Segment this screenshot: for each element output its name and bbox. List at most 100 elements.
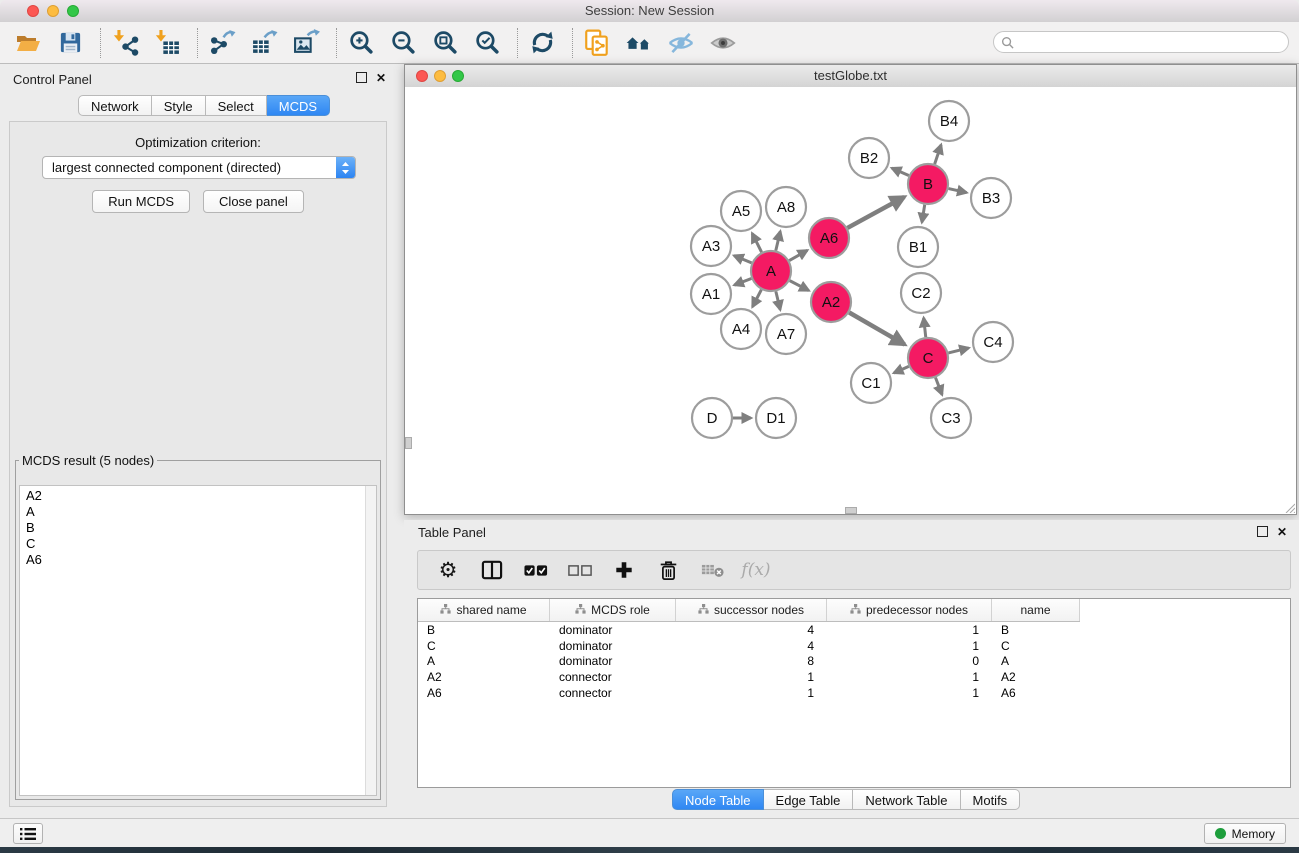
result-item[interactable]: A2: [26, 488, 376, 504]
table-row[interactable]: Bdominator41B: [418, 622, 1290, 638]
result-item[interactable]: C: [26, 536, 376, 552]
export-network-icon[interactable]: [208, 29, 236, 57]
tab-mcds[interactable]: MCDS: [267, 95, 330, 116]
graph-edge-A-A3[interactable]: [734, 256, 752, 263]
vertical-scrollbar-stub[interactable]: [405, 437, 412, 449]
result-item[interactable]: B: [26, 520, 376, 536]
open-session-icon[interactable]: [14, 29, 42, 57]
table-cell: dominator: [550, 639, 676, 653]
control-panel-title: Control Panel: [13, 72, 92, 87]
table-row[interactable]: Cdominator41C: [418, 638, 1290, 654]
table-row[interactable]: A2connector11A2: [418, 669, 1290, 685]
graph-edge-A-A5[interactable]: [752, 233, 761, 252]
table-cell: 1: [827, 623, 992, 637]
graph-edge-A2-C[interactable]: [849, 312, 904, 344]
tab-network[interactable]: Network: [78, 95, 152, 116]
tab-motifs[interactable]: Motifs: [961, 789, 1021, 810]
graph-edge-A6-B[interactable]: [847, 197, 904, 228]
table-cell: 1: [827, 639, 992, 653]
column-header-shared-name[interactable]: shared name: [418, 599, 550, 621]
result-item[interactable]: A6: [26, 552, 376, 568]
tree-icon: [440, 603, 451, 617]
graph-edge-A-A1[interactable]: [734, 279, 751, 286]
graph-node-label: B2: [860, 150, 878, 167]
tab-style[interactable]: Style: [152, 95, 206, 116]
import-network-icon[interactable]: [111, 29, 139, 57]
graph-node-label: C2: [911, 285, 930, 302]
network-snapshot-icon[interactable]: [583, 29, 611, 57]
float-panel-icon[interactable]: [356, 72, 367, 83]
mcds-result-title: MCDS result (5 nodes): [19, 453, 157, 468]
graph-edge-C-C4[interactable]: [948, 348, 968, 353]
column-header-successor-nodes[interactable]: successor nodes: [676, 599, 827, 621]
graph-edge-B-B4[interactable]: [935, 145, 941, 164]
tab-node-table[interactable]: Node Table: [672, 789, 764, 810]
zoom-out-icon[interactable]: [389, 29, 417, 57]
delete-table-icon[interactable]: [700, 558, 724, 582]
horizontal-scrollbar-stub[interactable]: [845, 507, 857, 514]
graph-edge-C-C3[interactable]: [936, 378, 943, 395]
close-panel-icon[interactable]: ✕: [1277, 527, 1287, 537]
graph-edge-B-B1[interactable]: [922, 205, 925, 223]
import-table-icon[interactable]: [153, 29, 181, 57]
run-mcds-button[interactable]: Run MCDS: [92, 190, 190, 213]
result-scrollbar[interactable]: [365, 486, 376, 795]
column-header-name[interactable]: name: [992, 599, 1080, 621]
search-box[interactable]: [993, 31, 1289, 53]
graph-edge-B-B3[interactable]: [948, 189, 966, 193]
resize-grip-icon[interactable]: [1283, 501, 1295, 513]
tree-icon: [575, 603, 586, 617]
delete-icon[interactable]: [656, 558, 680, 582]
zoom-selected-icon[interactable]: [473, 29, 501, 57]
network-canvas[interactable]: AA1A2A3A4A5A6A7A8BB1B2B3B4CC1C2C3C4DD1: [405, 87, 1296, 514]
close-panel-button[interactable]: Close panel: [203, 190, 304, 213]
zoom-fit-icon[interactable]: [431, 29, 459, 57]
task-history-button[interactable]: [13, 823, 43, 844]
graph-edge-A-A6[interactable]: [789, 250, 807, 260]
show-columns-icon[interactable]: [480, 558, 504, 582]
graph-edge-A-A7[interactable]: [776, 291, 780, 309]
graph-edge-A-A4[interactable]: [752, 290, 761, 307]
memory-button[interactable]: Memory: [1204, 823, 1286, 844]
graph-edge-C-C2[interactable]: [924, 318, 926, 337]
table-tabs: Node TableEdge TableNetwork TableMotifs: [672, 789, 1020, 810]
save-session-icon[interactable]: [56, 29, 84, 57]
table-row[interactable]: A6connector11A6: [418, 685, 1290, 701]
window-title: Session: New Session: [0, 0, 1299, 22]
export-image-icon[interactable]: [292, 29, 320, 57]
network-graph: AA1A2A3A4A5A6A7A8BB1B2B3B4CC1C2C3C4DD1: [405, 87, 1296, 514]
graph-edge-C-C1[interactable]: [894, 366, 909, 373]
tab-network-table[interactable]: Network Table: [853, 789, 960, 810]
table-cell: C: [992, 639, 1080, 653]
zoom-in-icon[interactable]: [347, 29, 375, 57]
graph-edge-A-A8[interactable]: [776, 231, 781, 250]
mcds-panel: Optimization criterion: largest connecte…: [9, 121, 387, 807]
toolbar-separator: [336, 28, 337, 58]
float-panel-icon[interactable]: [1257, 526, 1268, 537]
tab-edge-table[interactable]: Edge Table: [764, 789, 854, 810]
result-item[interactable]: A: [26, 504, 376, 520]
export-table-icon[interactable]: [250, 29, 278, 57]
tree-icon: [850, 603, 861, 617]
table-row[interactable]: Adominator80A: [418, 654, 1290, 670]
refresh-icon[interactable]: [528, 29, 556, 57]
optimization-criterion-select[interactable]: largest connected component (directed): [42, 156, 356, 179]
first-neighbors-icon[interactable]: [625, 29, 653, 57]
column-header-predecessor-nodes[interactable]: predecessor nodes: [827, 599, 992, 621]
close-panel-icon[interactable]: ✕: [376, 73, 386, 83]
add-icon[interactable]: [612, 558, 636, 582]
graph-edge-A-A2[interactable]: [790, 281, 809, 291]
tab-select[interactable]: Select: [206, 95, 267, 116]
search-input[interactable]: [1018, 34, 1272, 50]
search-icon: [1001, 36, 1014, 49]
hide-selected-icon[interactable]: [667, 29, 695, 57]
show-all-icon[interactable]: [709, 29, 737, 57]
graph-edge-B-B2[interactable]: [892, 168, 909, 175]
graph-node-label: A8: [777, 199, 795, 216]
settings-icon[interactable]: ⚙: [436, 558, 460, 582]
select-all-icon[interactable]: [524, 558, 548, 582]
table-cell: dominator: [550, 623, 676, 637]
column-header-MCDS-role[interactable]: MCDS role: [550, 599, 676, 621]
function-builder-icon[interactable]: f(x): [744, 558, 768, 582]
deselect-all-icon[interactable]: [568, 558, 592, 582]
